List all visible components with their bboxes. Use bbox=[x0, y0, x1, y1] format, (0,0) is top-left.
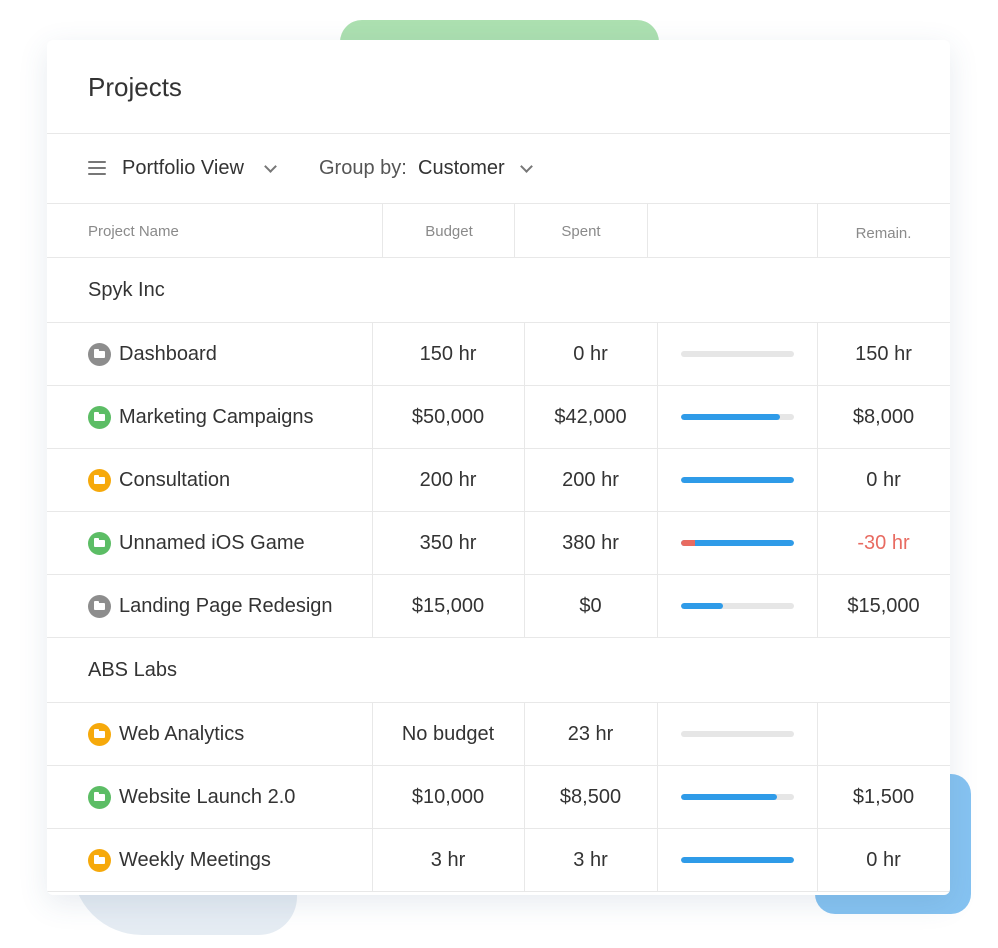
column-divider bbox=[647, 204, 648, 257]
column-divider bbox=[657, 386, 658, 449]
page-title: Projects bbox=[88, 72, 182, 102]
project-name-link[interactable]: Website Launch 2.0 bbox=[119, 786, 295, 809]
toolbar: Portfolio View Group by: Customer bbox=[47, 134, 950, 204]
group-name: ABS Labs bbox=[88, 659, 177, 681]
group-by-label: Group by: bbox=[319, 157, 407, 179]
progress-bar bbox=[681, 540, 794, 546]
group-name: Spyk Inc bbox=[88, 279, 165, 301]
table-row[interactable]: Marketing Campaigns $50,000 $42,000 $8,000 bbox=[47, 386, 950, 449]
portfolio-view-dropdown[interactable]: Portfolio View bbox=[122, 157, 244, 180]
column-divider bbox=[817, 204, 818, 257]
folder-icon bbox=[88, 595, 111, 618]
folder-icon bbox=[88, 786, 111, 809]
progress-bar-fill bbox=[681, 414, 781, 420]
group-header: Spyk Inc bbox=[47, 258, 950, 323]
progress-bar bbox=[681, 857, 794, 863]
spent-cell: 200 hr bbox=[562, 469, 619, 491]
column-divider bbox=[657, 323, 658, 386]
column-header-spent[interactable]: Spent bbox=[515, 223, 647, 240]
folder-icon bbox=[88, 849, 111, 872]
column-divider bbox=[817, 703, 818, 766]
column-divider bbox=[657, 703, 658, 766]
column-divider bbox=[657, 512, 658, 575]
column-header-remaining[interactable]: Remain. bbox=[817, 225, 950, 242]
card-header: Projects bbox=[47, 40, 950, 134]
column-divider bbox=[514, 204, 515, 257]
remaining-cell: -30 hr bbox=[857, 532, 910, 554]
spent-cell: 23 hr bbox=[567, 723, 614, 745]
project-name-link[interactable]: Unnamed iOS Game bbox=[119, 532, 305, 555]
column-divider bbox=[657, 449, 658, 512]
progress-bar-fill bbox=[681, 540, 794, 546]
column-header-project-name[interactable]: Project Name bbox=[88, 223, 179, 240]
over-budget-fill bbox=[681, 540, 695, 546]
progress-bar-fill bbox=[681, 603, 723, 609]
group-header: ABS Labs bbox=[47, 638, 950, 703]
group-by-dropdown[interactable]: Customer bbox=[418, 157, 505, 180]
table-row[interactable]: Consultation 200 hr 200 hr 0 hr bbox=[47, 449, 950, 512]
column-divider bbox=[382, 204, 383, 257]
budget-cell: No budget bbox=[401, 723, 495, 745]
hamburger-menu-icon[interactable] bbox=[88, 161, 106, 175]
progress-bar-fill bbox=[681, 857, 794, 863]
table-row[interactable]: Unnamed iOS Game 350 hr 380 hr -30 hr bbox=[47, 512, 950, 575]
column-header-budget[interactable]: Budget bbox=[383, 223, 515, 240]
budget-cell: 350 hr bbox=[419, 532, 477, 554]
folder-icon bbox=[88, 469, 111, 492]
remaining-cell: $8,000 bbox=[852, 406, 915, 428]
chevron-down-icon[interactable] bbox=[520, 160, 533, 173]
remaining-cell: 150 hr bbox=[855, 343, 912, 365]
remaining-cell: 0 hr bbox=[866, 469, 901, 491]
project-name-link[interactable]: Landing Page Redesign bbox=[119, 595, 333, 618]
remaining-cell: $1,500 bbox=[852, 786, 915, 808]
table-row[interactable]: Dashboard 150 hr 0 hr 150 hr bbox=[47, 323, 950, 386]
budget-cell: $50,000 bbox=[411, 406, 485, 428]
project-name-link[interactable]: Weekly Meetings bbox=[119, 849, 271, 872]
projects-card: Projects Portfolio View Group by: Custom… bbox=[47, 40, 950, 895]
folder-icon bbox=[88, 723, 111, 746]
progress-bar bbox=[681, 414, 794, 420]
budget-cell: 3 hr bbox=[430, 849, 466, 871]
folder-icon bbox=[88, 532, 111, 555]
progress-bar-fill bbox=[681, 477, 794, 483]
budget-cell: 200 hr bbox=[419, 469, 477, 491]
folder-icon bbox=[88, 343, 111, 366]
progress-bar bbox=[681, 477, 794, 483]
chevron-down-icon[interactable] bbox=[264, 160, 277, 173]
column-divider bbox=[657, 766, 658, 829]
project-name-link[interactable]: Marketing Campaigns bbox=[119, 406, 314, 429]
project-name-link[interactable]: Web Analytics bbox=[119, 723, 244, 746]
progress-bar bbox=[681, 794, 794, 800]
spent-cell: 0 hr bbox=[573, 343, 608, 365]
progress-bar bbox=[681, 351, 794, 357]
column-divider bbox=[657, 575, 658, 638]
remaining-cell: 0 hr bbox=[866, 849, 901, 871]
progress-bar-fill bbox=[681, 794, 778, 800]
spent-cell: 380 hr bbox=[562, 532, 619, 554]
table-row[interactable]: Weekly Meetings 3 hr 3 hr 0 hr bbox=[47, 829, 950, 892]
progress-bar bbox=[681, 731, 794, 737]
column-divider bbox=[657, 829, 658, 892]
table-row[interactable]: Landing Page Redesign $15,000 $0 $15,000 bbox=[47, 575, 950, 638]
spent-cell: $42,000 bbox=[554, 406, 627, 428]
spent-cell: 3 hr bbox=[573, 849, 608, 871]
remaining-cell: $15,000 bbox=[847, 595, 920, 617]
spent-cell: $8,500 bbox=[559, 786, 622, 808]
table-header: Project Name Budget Spent Remain. bbox=[47, 204, 950, 258]
budget-cell: $10,000 bbox=[411, 786, 485, 808]
table-row[interactable]: Web Analytics No budget 23 hr bbox=[47, 703, 950, 766]
budget-cell: $15,000 bbox=[411, 595, 485, 617]
progress-bar bbox=[681, 603, 794, 609]
project-name-link[interactable]: Consultation bbox=[119, 469, 230, 492]
spent-cell: $0 bbox=[579, 595, 602, 617]
folder-icon bbox=[88, 406, 111, 429]
budget-cell: 150 hr bbox=[419, 343, 477, 365]
table-row[interactable]: Website Launch 2.0 $10,000 $8,500 $1,500 bbox=[47, 766, 950, 829]
project-name-link[interactable]: Dashboard bbox=[119, 343, 217, 366]
